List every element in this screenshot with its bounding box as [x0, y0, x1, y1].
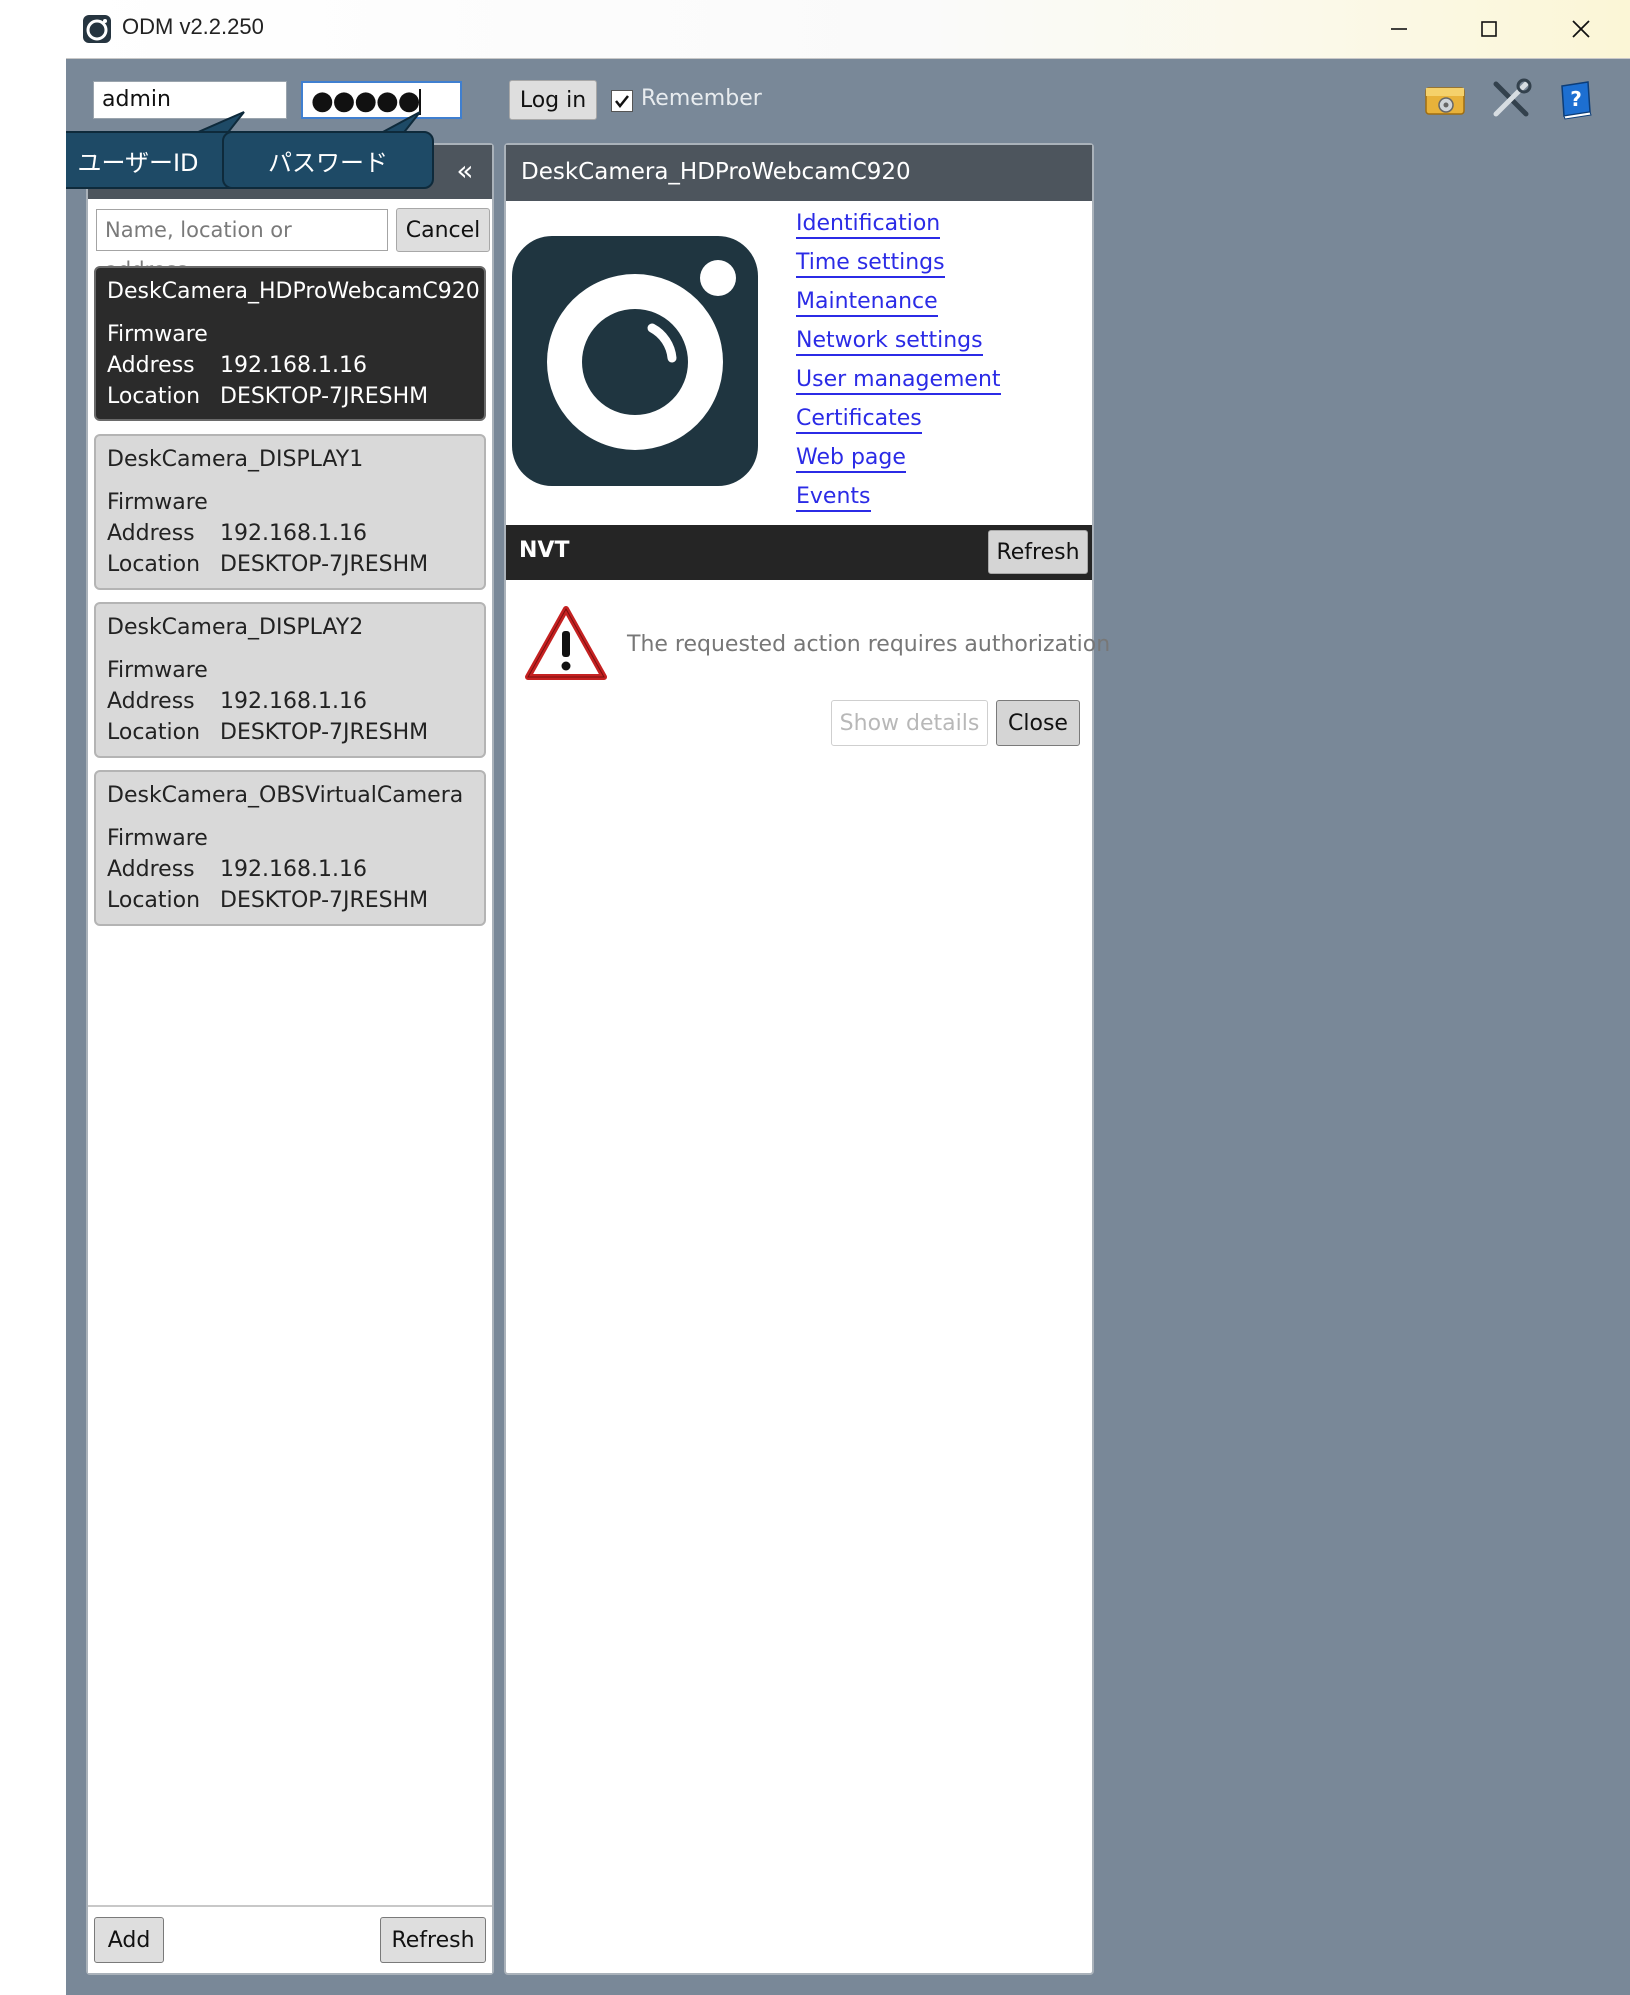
menu-certificates[interactable]: Certificates — [796, 406, 922, 434]
nvt-refresh-button[interactable]: Refresh — [988, 530, 1088, 574]
search-cancel-button[interactable]: Cancel — [396, 208, 490, 252]
device-card-hdprowebcamc920[interactable]: DeskCamera_HDProWebcamC920 Firmware Addr… — [94, 266, 486, 421]
device-card-display2[interactable]: DeskCamera_DISPLAY2 Firmware Address 192.… — [94, 602, 486, 758]
device-firmware-row: Firmware — [107, 322, 208, 347]
minimize-icon — [1391, 28, 1407, 30]
menu-time-settings[interactable]: Time settings — [796, 250, 945, 278]
camera-icon — [512, 236, 758, 486]
device-list-panel: « Name, location or address Cancel DeskC… — [86, 143, 494, 1975]
remember-checkbox[interactable] — [611, 90, 633, 112]
menu-web-page[interactable]: Web page — [796, 445, 906, 473]
device-location-row: Location DESKTOP-7JRESHM — [107, 384, 429, 409]
device-address-row: Address 192.168.1.16 — [107, 521, 367, 546]
authorization-error-message: The requested action requires authorizat… — [627, 632, 1111, 657]
device-detail-header: DeskCamera_HDProWebcamC920 — [506, 145, 1092, 201]
close-window-button[interactable] — [1536, 0, 1626, 58]
device-address-row: Address 192.168.1.16 — [107, 353, 367, 378]
device-location-row: Location DESKTOP-7JRESHM — [107, 552, 429, 577]
password-callout: パスワード — [222, 131, 434, 189]
device-detail-title: DeskCamera_HDProWebcamC920 — [521, 159, 911, 185]
tools-icon[interactable] — [1490, 78, 1532, 120]
device-name: DeskCamera_OBSVirtualCamera — [107, 783, 464, 808]
login-button[interactable]: Log in — [509, 80, 597, 120]
menu-identification[interactable]: Identification — [796, 211, 941, 239]
checkmark-icon — [615, 95, 629, 109]
device-address-row: Address 192.168.1.16 — [107, 857, 367, 882]
refresh-devices-button[interactable]: Refresh — [380, 1917, 486, 1963]
help-book-icon[interactable]: ? — [1556, 78, 1596, 120]
title-bar: ODM v2.2.250 — [66, 0, 1630, 59]
device-search-input[interactable]: Name, location or address — [96, 209, 388, 282]
device-address-row: Address 192.168.1.16 — [107, 689, 367, 714]
maximize-button[interactable] — [1444, 0, 1534, 58]
remember-label: Remember — [641, 86, 762, 111]
device-name: DeskCamera_HDProWebcamC920 — [107, 279, 480, 304]
collapse-panel-icon[interactable]: « — [450, 157, 480, 187]
odm-app-icon — [83, 15, 111, 43]
nvt-section-bar: NVT Refresh — [506, 525, 1092, 580]
show-details-button[interactable]: Show details — [831, 700, 988, 746]
device-firmware-row: Firmware — [107, 658, 208, 683]
menu-network-settings[interactable]: Network settings — [796, 328, 983, 356]
svg-text:?: ? — [1570, 87, 1582, 111]
device-card-display1[interactable]: DeskCamera_DISPLAY1 Firmware Address 192.… — [94, 434, 486, 590]
device-location-row: Location DESKTOP-7JRESHM — [107, 888, 429, 913]
device-location-row: Location DESKTOP-7JRESHM — [107, 720, 429, 745]
nvt-label: NVT — [519, 538, 570, 563]
close-error-button[interactable]: Close — [996, 700, 1080, 746]
menu-maintenance[interactable]: Maintenance — [796, 289, 938, 317]
menu-user-management[interactable]: User management — [796, 367, 1001, 395]
window-title: ODM v2.2.250 — [122, 14, 264, 39]
menu-events[interactable]: Events — [796, 484, 871, 512]
device-card-obsvirtualcamera[interactable]: DeskCamera_OBSVirtualCamera Firmware Add… — [94, 770, 486, 926]
device-name: DeskCamera_DISPLAY1 — [107, 447, 364, 472]
device-list-footer: Add Refresh — [88, 1905, 492, 1973]
minimize-button[interactable] — [1354, 0, 1444, 58]
device-firmware-row: Firmware — [107, 826, 208, 851]
device-name: DeskCamera_DISPLAY2 — [107, 615, 364, 640]
device-detail-panel: DeskCamera_HDProWebcamC920 Identificatio… — [504, 143, 1110, 1975]
close-icon — [1572, 20, 1590, 38]
warning-icon — [525, 606, 607, 680]
settings-icon[interactable] — [1424, 82, 1466, 118]
add-device-button[interactable]: Add — [94, 1917, 164, 1963]
odm-window: ODM v2.2.250 admin ●●●●● Log in Remember — [66, 0, 1630, 1995]
device-firmware-row: Firmware — [107, 490, 208, 515]
maximize-icon — [1481, 21, 1497, 37]
